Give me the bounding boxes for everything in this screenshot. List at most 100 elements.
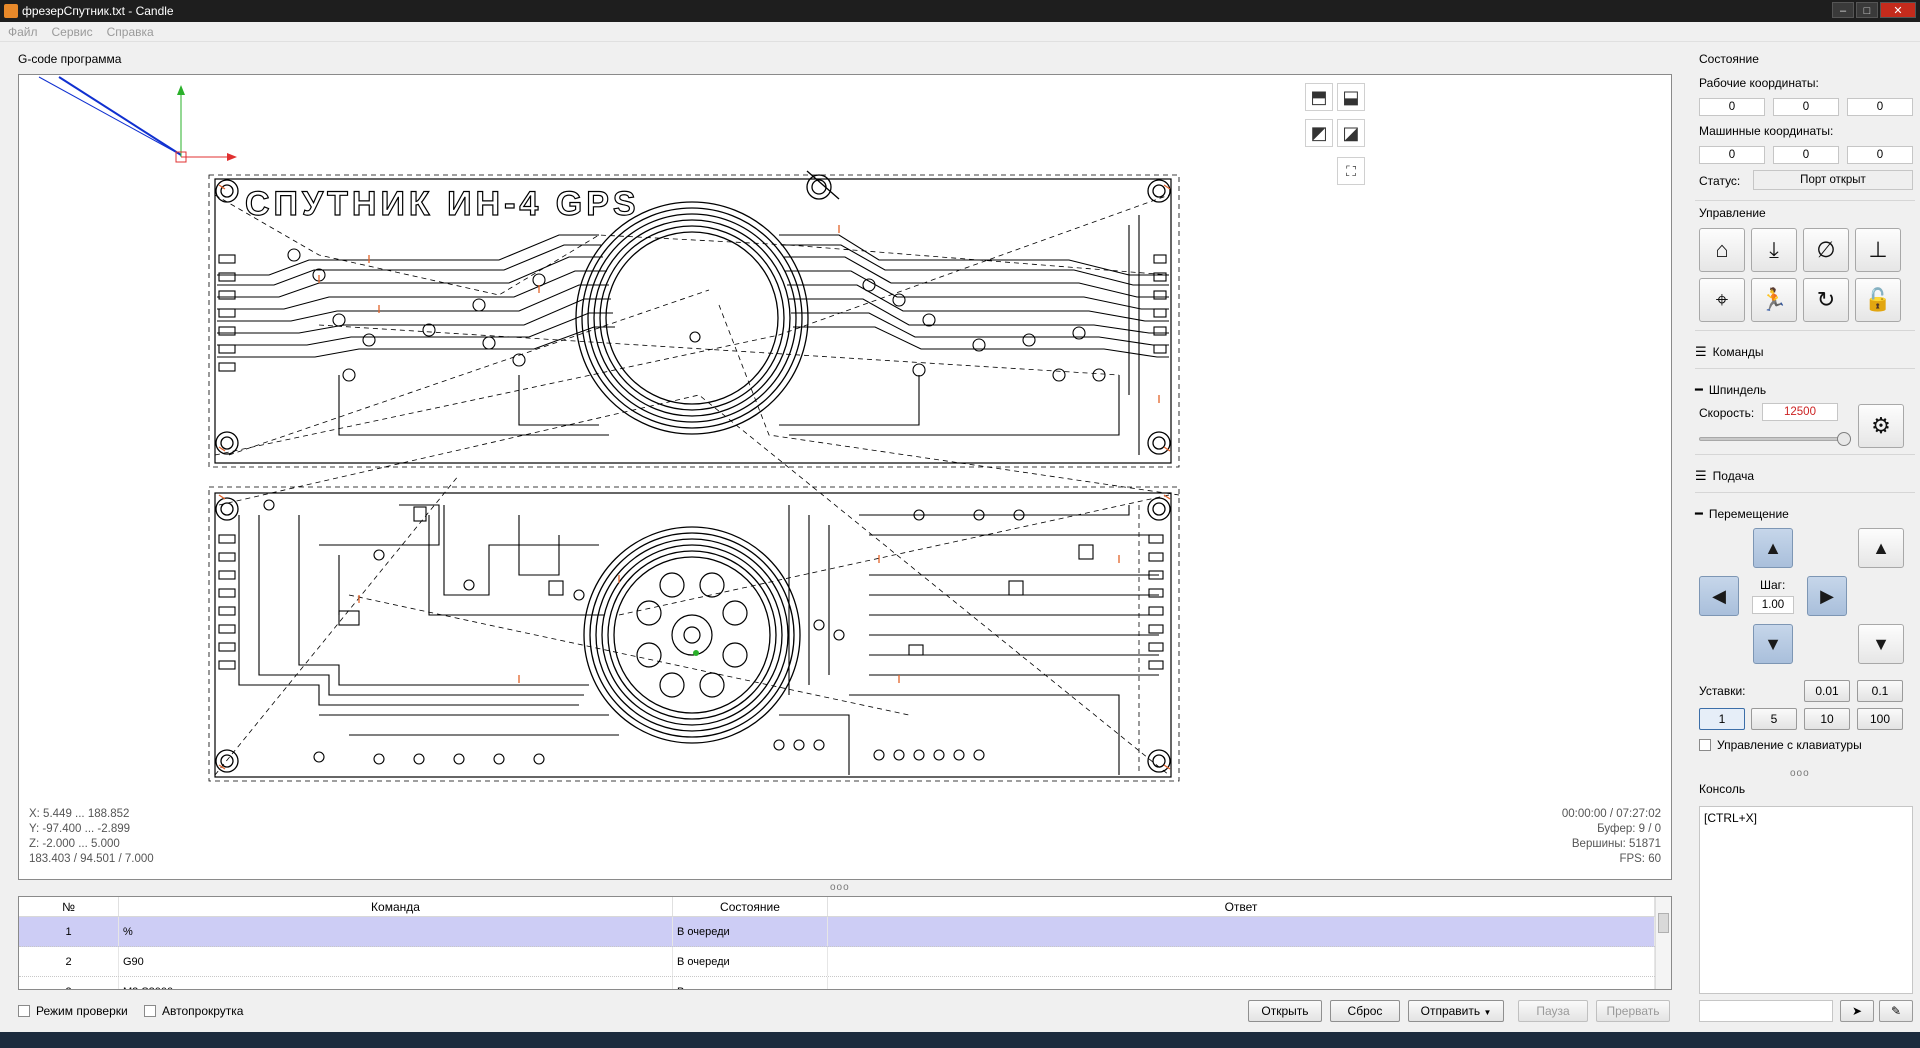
menu-file[interactable]: Файл <box>8 25 38 39</box>
jog-x-minus-button[interactable]: ◀ <box>1699 576 1739 616</box>
col-num-header[interactable]: № <box>19 897 119 916</box>
row-response <box>828 917 1655 946</box>
table-scrollbar[interactable] <box>1655 897 1671 989</box>
right-panel: Состояние Рабочие координаты: 0 0 0 Маши… <box>1690 44 1920 1024</box>
autoscroll-checkbox[interactable]: Автопрокрутка <box>144 1004 243 1018</box>
send-button[interactable]: Отправить ▼ <box>1408 1000 1504 1022</box>
spindle-section-header[interactable]: ━ Шпиндель <box>1695 382 1766 398</box>
preset-100-button[interactable]: 100 <box>1857 708 1903 730</box>
view-front-button[interactable]: ⬒ <box>1305 83 1333 111</box>
unlock-icon: 🔓 <box>1864 287 1892 312</box>
feed-section-header[interactable]: ☰ Подача <box>1695 468 1754 484</box>
restore-origin-button[interactable]: ⌖ <box>1699 278 1745 322</box>
row-response <box>828 977 1655 989</box>
unlock-button[interactable]: 🔓 <box>1855 278 1901 322</box>
zero-xy-button[interactable]: ∅ <box>1803 228 1849 272</box>
preset-0-01-button[interactable]: 0.01 <box>1804 680 1850 702</box>
check-mode-label: Режим проверки <box>36 1004 128 1018</box>
table-row[interactable]: 3 M3 S8000 В очереди <box>19 977 1671 989</box>
fit-view-button[interactable]: ⛶ <box>1337 157 1365 185</box>
jog-z-plus-button[interactable]: ▲ <box>1858 528 1904 568</box>
view-left-button[interactable]: ◩ <box>1305 119 1333 147</box>
keyboard-control-checkbox[interactable]: Управление с клавиатуры <box>1699 738 1862 752</box>
console-clear-button[interactable]: ✎ <box>1879 1000 1913 1022</box>
gcode-viewer[interactable]: СПУТНИК ИН-4 GPS ⬒ ⬓ ◩ ◪ ⛶ X: 5.449 ... … <box>18 74 1672 880</box>
pause-button[interactable]: Пауза <box>1518 1000 1588 1022</box>
splitter-handle[interactable]: ooo <box>830 882 850 893</box>
bottom-toolbar: Режим проверки Автопрокрутка Открыть Сбр… <box>18 1000 1672 1024</box>
reset-button[interactable]: Сброс <box>1330 1000 1400 1022</box>
preset-5-button[interactable]: 5 <box>1751 708 1797 730</box>
checkbox-box[interactable] <box>18 1005 30 1017</box>
table-row[interactable]: 2 G90 В очереди <box>19 947 1671 977</box>
preset-1-button[interactable]: 1 <box>1699 708 1745 730</box>
jog-y-minus-button[interactable]: ▼ <box>1753 624 1793 664</box>
console-send-button[interactable]: ➤ <box>1840 1000 1874 1022</box>
col-command-header[interactable]: Команда <box>119 897 673 916</box>
eraser-icon: ✎ <box>1890 1004 1902 1018</box>
open-button[interactable]: Открыть <box>1248 1000 1322 1022</box>
minimize-button[interactable]: – <box>1832 2 1854 18</box>
jog-z-minus-button[interactable]: ▼ <box>1858 624 1904 664</box>
machine-x-field: 0 <box>1699 146 1765 164</box>
maximize-button[interactable]: □ <box>1856 2 1878 18</box>
jog-x-plus-button[interactable]: ▶ <box>1807 576 1847 616</box>
view-iso-button[interactable]: ◪ <box>1337 119 1365 147</box>
jog-section-header[interactable]: ━ Перемещение <box>1695 506 1789 522</box>
arrow-down-icon: ▼ <box>1764 633 1782 654</box>
view-top-button[interactable]: ⬓ <box>1337 83 1365 111</box>
cube-front-icon: ⬒ <box>1310 86 1328 107</box>
console-section-title: Консоль <box>1699 782 1746 796</box>
table-header: № Команда Состояние Ответ <box>19 897 1671 917</box>
state-section-title: Состояние <box>1699 52 1759 66</box>
safe-position-button[interactable]: 🏃 <box>1751 278 1797 322</box>
check-mode-checkbox[interactable]: Режим проверки <box>18 1004 128 1018</box>
scrollbar-thumb[interactable] <box>1658 913 1669 933</box>
checkbox-box[interactable] <box>144 1005 156 1017</box>
spindle-speed-slider[interactable] <box>1699 437 1851 441</box>
close-button[interactable]: ✕ <box>1880 2 1916 18</box>
pcb-title-text: СПУТНИК ИН-4 GPS <box>245 185 640 223</box>
menu-service[interactable]: Сервис <box>52 25 93 39</box>
checkbox-box[interactable] <box>1699 739 1711 751</box>
preset-0-1-button[interactable]: 0.1 <box>1857 680 1903 702</box>
menu-help[interactable]: Справка <box>107 25 154 39</box>
spindle-title: Шпиндель <box>1708 383 1767 397</box>
table-row[interactable]: 1 % В очереди <box>19 917 1671 947</box>
info-buffer: Буфер: 9 / 0 <box>1597 823 1661 835</box>
reset-machine-button[interactable]: ↻ <box>1803 278 1849 322</box>
probe-z-button[interactable]: ⤓ <box>1751 228 1797 272</box>
info-z-range: Z: -2.000 ... 5.000 <box>29 838 120 850</box>
console-output[interactable]: [CTRL+X] <box>1699 806 1913 994</box>
zero-z-button[interactable]: ⊥ <box>1855 228 1901 272</box>
running-man-icon: 🏃 <box>1760 287 1788 312</box>
status-label: Статус: <box>1699 174 1741 188</box>
preset-10-button[interactable]: 10 <box>1804 708 1850 730</box>
cube-top-icon: ⬓ <box>1342 86 1360 107</box>
machine-y-field: 0 <box>1773 146 1839 164</box>
speed-field[interactable]: 12500 <box>1762 403 1838 421</box>
fit-expand-icon: ⛶ <box>1346 162 1356 179</box>
col-state-header[interactable]: Состояние <box>673 897 828 916</box>
render-info: 00:00:00 / 07:27:02 Буфер: 9 / 0 Вершины… <box>1562 807 1661 867</box>
send-label: Отправить <box>1420 1004 1481 1018</box>
minus-icon: ━ <box>1695 506 1703 521</box>
jog-y-plus-button[interactable]: ▲ <box>1753 528 1793 568</box>
col-response-header[interactable]: Ответ <box>828 897 1655 916</box>
spindle-toggle-button[interactable]: ⚙ <box>1858 404 1904 448</box>
slider-knob[interactable] <box>1837 432 1851 446</box>
home-search-icon: ⌂ <box>1715 237 1729 262</box>
home-button[interactable]: ⌂ <box>1699 228 1745 272</box>
bounds-info: X: 5.449 ... 188.852 Y: -97.400 ... -2.8… <box>29 807 154 867</box>
hamburger-icon: ☰ <box>1695 344 1707 359</box>
step-field[interactable]: 1.00 <box>1752 596 1794 614</box>
dropdown-arrow-icon: ▼ <box>1483 1008 1492 1017</box>
arrow-up-icon: ▲ <box>1872 537 1890 558</box>
minus-icon: ━ <box>1695 382 1703 397</box>
console-input[interactable] <box>1699 1000 1833 1022</box>
spindle-gear-icon: ⚙ <box>1871 413 1891 438</box>
abort-button[interactable]: Прервать <box>1596 1000 1670 1022</box>
commands-section-header[interactable]: ☰ Команды <box>1695 344 1764 360</box>
row-response <box>828 947 1655 976</box>
panel-splitter-handle[interactable]: ooo <box>1790 768 1810 779</box>
